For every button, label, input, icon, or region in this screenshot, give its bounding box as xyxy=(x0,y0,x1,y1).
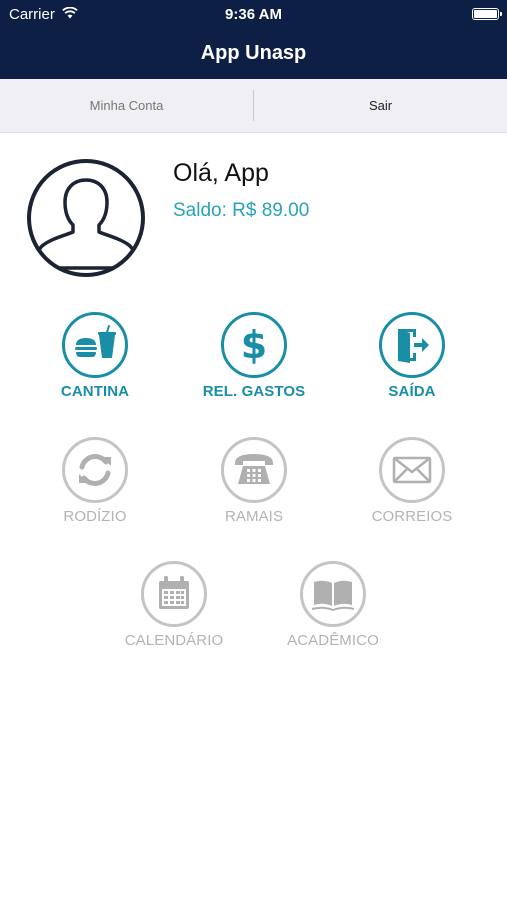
avatar-icon xyxy=(27,159,145,277)
envelope-icon xyxy=(379,437,445,503)
status-time: 9:36 AM xyxy=(225,6,282,23)
menu-correios[interactable]: CORREIOS xyxy=(337,436,487,525)
exit-door-icon xyxy=(379,312,445,378)
refresh-icon xyxy=(62,437,128,503)
svg-text:$: $ xyxy=(241,323,267,367)
tab-minha-conta[interactable]: Minha Conta xyxy=(0,79,253,132)
battery-icon xyxy=(472,8,502,20)
food-icon xyxy=(62,312,128,378)
menu-saida[interactable]: SAÍDA xyxy=(337,311,487,400)
menu-ramais[interactable]: RAMAIS xyxy=(179,436,329,525)
status-bar: Carrier 9:36 AM xyxy=(0,0,507,30)
telephone-icon xyxy=(221,437,287,503)
balance-text: Saldo: R$ 89.00 xyxy=(173,200,310,221)
menu-label: CALENDÁRIO xyxy=(124,632,224,649)
navigation-bar: App Unasp xyxy=(0,30,507,79)
menu-label: ACADÊMICO xyxy=(287,632,379,649)
menu-calendario[interactable]: CALENDÁRIO xyxy=(99,560,249,649)
menu-label: RAMAIS xyxy=(224,508,284,525)
book-icon xyxy=(300,561,366,627)
nav-title: App Unasp xyxy=(200,42,307,64)
dollar-icon: $ xyxy=(221,312,287,378)
menu-label: SAÍDA xyxy=(388,383,436,400)
menu-label: CORREIOS xyxy=(371,508,453,525)
menu-label: REL. GASTOS xyxy=(202,383,306,400)
menu-cantina[interactable]: CANTINA xyxy=(20,311,170,400)
tab-sair[interactable]: Sair xyxy=(254,79,507,132)
menu-academico[interactable]: ACADÊMICO xyxy=(258,560,408,649)
menu-rel-gastos[interactable]: $ REL. GASTOS xyxy=(179,311,329,400)
menu-rodizio[interactable]: RODÍZIO xyxy=(20,436,170,525)
menu-label: CANTINA xyxy=(60,383,130,400)
calendar-icon xyxy=(141,561,207,627)
greeting-text: Olá, App xyxy=(173,159,269,187)
segment-tabs: Minha Conta Sair xyxy=(0,79,507,133)
menu-label: RODÍZIO xyxy=(63,508,127,525)
